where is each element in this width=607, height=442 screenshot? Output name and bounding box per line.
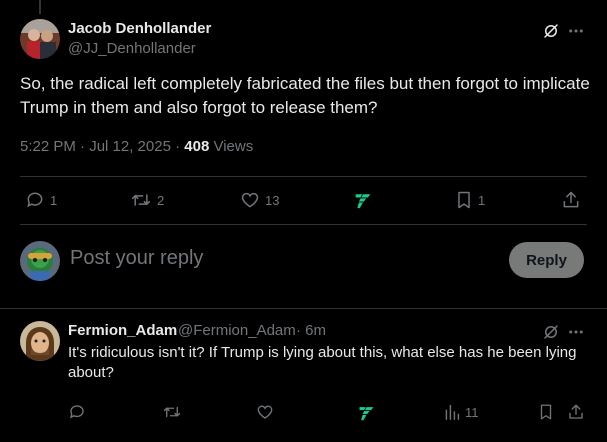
bookmark-count: 1: [478, 192, 486, 208]
divider: [20, 176, 587, 177]
author-handle[interactable]: @JJ_Denhollander: [68, 40, 196, 57]
more-options-icon[interactable]: [566, 322, 586, 342]
bookmark-icon: [458, 191, 470, 209]
thread-connector-line: [39, 0, 41, 14]
views-count: 408: [184, 138, 210, 155]
author-name[interactable]: Jacob Denhollander: [68, 20, 211, 37]
reply-icon: [27, 192, 43, 208]
like-action[interactable]: 13: [240, 190, 279, 210]
analytics-icon: [445, 404, 460, 420]
reply-timestamp[interactable]: · 6m: [296, 322, 326, 339]
views-count: 11: [465, 404, 479, 420]
repost-icon: [131, 194, 151, 206]
reply-count: 1: [50, 192, 58, 208]
bookmark-icon: [540, 404, 552, 420]
repost-count: 2: [157, 192, 165, 208]
share-icon: [569, 404, 583, 419]
views-action[interactable]: 11: [444, 403, 479, 421]
reply-text: It's ridiculous isn't it? If Trump is ly…: [68, 344, 577, 381]
reply-icon: [69, 405, 84, 419]
reply-action[interactable]: 1: [25, 190, 57, 210]
tweet-metadata: 5:22 PM · Jul 12, 2025 · 408 Views: [20, 138, 253, 155]
reply-button[interactable]: Reply: [509, 242, 584, 278]
tweet-timestamp[interactable]: 5:22 PM · Jul 12, 2025 ·: [20, 138, 184, 155]
reply-author-handle[interactable]: @Fermion_Adam: [178, 322, 296, 339]
heart-icon: [241, 192, 259, 208]
grok-analytics-action[interactable]: [357, 404, 376, 421]
heart-icon: [257, 405, 273, 419]
reply-action[interactable]: [68, 403, 86, 421]
share-action[interactable]: [567, 403, 585, 421]
repost-action[interactable]: [162, 403, 182, 421]
grok-icon[interactable]: [541, 322, 561, 342]
share-action[interactable]: [561, 190, 581, 210]
grok-analyze-icon: [359, 407, 374, 421]
share-icon: [563, 191, 579, 208]
reply-input[interactable]: Post your reply: [70, 247, 203, 270]
grok-analyze-icon: [355, 194, 371, 209]
repost-action[interactable]: 2: [130, 190, 164, 210]
more-options-icon[interactable]: [566, 21, 586, 41]
grok-analytics-action[interactable]: [353, 191, 373, 209]
like-count: 13: [265, 192, 280, 208]
views-label: Views: [209, 138, 254, 155]
author-avatar[interactable]: [20, 19, 60, 59]
current-user-avatar[interactable]: [20, 241, 60, 281]
reply-author-name[interactable]: Fermion_Adam: [68, 322, 177, 339]
grok-icon[interactable]: [541, 21, 561, 41]
repost-icon: [163, 406, 181, 418]
tweet-text: So, the radical left completely fabricat…: [20, 74, 590, 117]
divider: [0, 308, 607, 309]
like-action[interactable]: [256, 403, 274, 421]
divider: [20, 224, 587, 225]
bookmark-action[interactable]: 1: [455, 190, 485, 210]
bookmark-action[interactable]: [538, 403, 554, 421]
reply-author-avatar[interactable]: [20, 321, 60, 361]
